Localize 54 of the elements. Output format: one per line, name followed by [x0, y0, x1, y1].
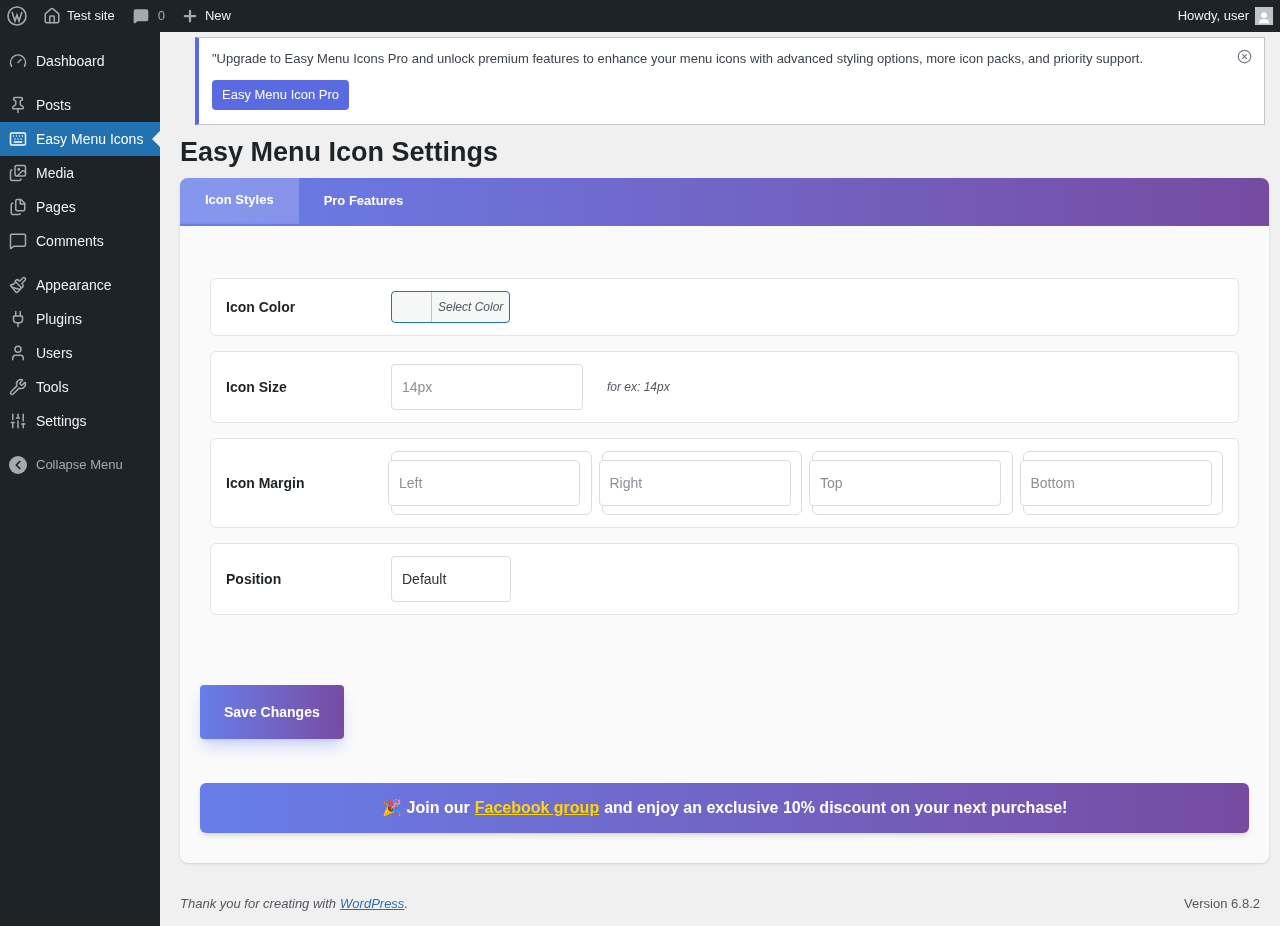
wordpress-logo-icon[interactable] — [7, 6, 27, 26]
icon-size-field[interactable]: 14px — [391, 363, 583, 410]
margin-field[interactable]: Right — [598, 459, 791, 506]
setting-label: Icon Color — [226, 297, 297, 317]
close-icon[interactable] — [1237, 49, 1252, 64]
promo-text: and enjoy an exclusive 10% discount on your next purchase! — [604, 797, 1068, 818]
setting-label: Icon Margin — [226, 473, 306, 493]
sidebar-item[interactable]: Settings — [0, 404, 160, 438]
sidebar-item[interactable]: Tools — [0, 370, 160, 404]
comment-count[interactable]: 0 — [157, 6, 165, 26]
pin-icon — [9, 96, 27, 114]
version-text: Version 6.8.2 — [1184, 894, 1260, 913]
margin-field[interactable]: Top — [809, 459, 1001, 506]
sidebar-item[interactable]: Plugins — [0, 302, 160, 336]
keyboard-icon — [9, 130, 27, 148]
new-link[interactable]: New — [204, 6, 231, 26]
color-picker-button[interactable]: Select Color — [391, 290, 511, 323]
images-icon — [9, 164, 27, 182]
setting-label: Position — [226, 569, 283, 589]
save-changes-button[interactable]: Save Changes — [200, 684, 344, 739]
notice-text: "Upgrade to Easy Menu Icons Pro and unlock premium features to enhance your menu icons with advanced styling options, more icon packs, and priority support. — [212, 50, 1144, 68]
sidebar-item[interactable]: Appearance — [0, 268, 160, 302]
footer-text: . — [404, 894, 408, 913]
wrench-icon — [9, 378, 27, 396]
margin-field[interactable]: Left — [388, 459, 580, 506]
greeting-link[interactable]: Howdy, user — [1177, 6, 1249, 26]
collapse-menu-button[interactable]: Collapse Menu — [0, 448, 160, 482]
pages-icon — [9, 198, 27, 216]
party-popper-emoji: 🎉 — [381, 797, 402, 819]
margin-field[interactable]: Bottom — [1019, 459, 1212, 506]
sliders-icon — [9, 412, 27, 430]
promo-text: Join our — [406, 797, 470, 818]
current-pointer-icon — [152, 131, 160, 147]
setting-label: Icon Size — [226, 377, 288, 397]
page-title: Easy Menu Icon Settings — [180, 135, 500, 169]
sidebar-item[interactable]: Posts — [0, 88, 160, 122]
speech-bubble-icon[interactable] — [132, 8, 149, 24]
position-select[interactable]: Default — [391, 555, 511, 602]
hint-text: for ex: 14px — [607, 378, 670, 395]
sidebar-item[interactable]: Comments — [0, 224, 160, 258]
tab[interactable]: Pro Features — [298, 177, 429, 224]
sidebar-item[interactable]: Media — [0, 156, 160, 190]
sidebar-item[interactable]: Easy Menu Icons — [0, 122, 160, 156]
paintbrush-icon — [9, 276, 27, 294]
gauge-icon — [9, 52, 27, 70]
footer-text: Thank you for creating with — [180, 894, 337, 913]
pro-button[interactable]: Easy Menu Icon Pro — [212, 79, 350, 110]
user-icon — [9, 344, 27, 362]
sidebar-item[interactable]: Pages — [0, 190, 160, 224]
home-icon[interactable] — [43, 7, 61, 25]
speech-bubble-icon — [9, 232, 27, 250]
site-name-link[interactable]: Test site — [67, 6, 115, 26]
sidebar-item[interactable]: Users — [0, 336, 160, 370]
sidebar-item[interactable]: Dashboard — [0, 44, 160, 78]
